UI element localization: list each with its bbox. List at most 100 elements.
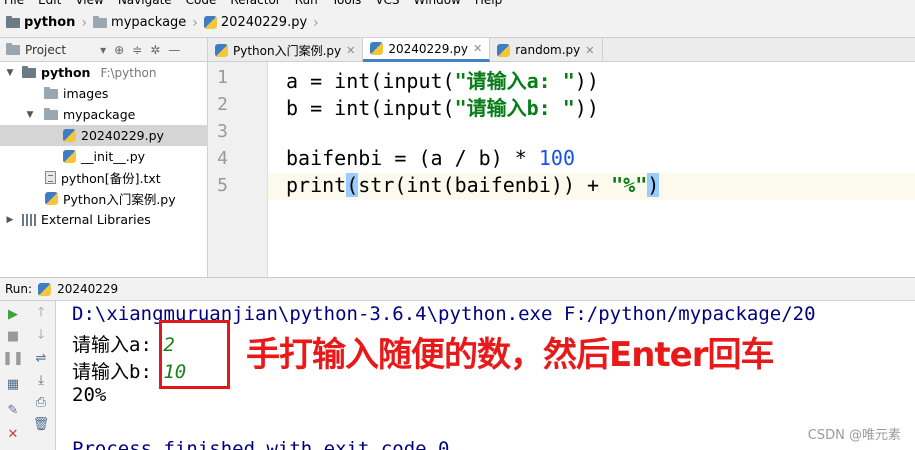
- tab-label: Python入门案例.py: [233, 43, 342, 58]
- line-number: 1: [217, 67, 228, 88]
- python-file-icon: [497, 43, 511, 57]
- watermark: CSDN @唯元素: [807, 428, 901, 443]
- menu-code[interactable]: Code: [186, 0, 217, 8]
- highlight-box: [159, 320, 230, 389]
- tree-item-label: mypackage: [63, 107, 136, 122]
- menu-navigate[interactable]: Navigate: [118, 0, 172, 8]
- console-prompt: 请输入a:: [72, 334, 152, 356]
- pause-icon[interactable]: ❚❚: [2, 349, 24, 367]
- line-number: 2: [217, 94, 228, 115]
- project-toolbar: Project ▾ ⊕ ≑ ✲ —: [0, 38, 208, 62]
- breadcrumb-mypackage[interactable]: mypackage: [93, 15, 186, 30]
- run-toolbar: ▶ 🡑 ■ 🡓 ❚❚ ⇌ ▦ ⤓ ⎙ ✎ 🗑 ✕: [0, 301, 56, 450]
- tree-item-backup-txt[interactable]: python[备份].txt: [0, 167, 208, 188]
- breadcrumb-python[interactable]: python: [6, 15, 75, 30]
- tree-item-images[interactable]: images: [0, 83, 208, 104]
- code-text: )): [574, 69, 599, 93]
- menu-help[interactable]: Help: [475, 0, 502, 8]
- chevron-down-icon[interactable]: ▾: [100, 43, 106, 57]
- code-line-4: baifenbi = (a / b) * 100: [286, 146, 575, 170]
- close-icon[interactable]: ✕: [4, 425, 22, 443]
- menu-file[interactable]: File: [4, 0, 24, 8]
- chevron-down-icon[interactable]: ▼: [4, 68, 16, 78]
- menu-bar: File Edit View Navigate Code Refactor Ru…: [0, 0, 915, 8]
- menu-view[interactable]: View: [75, 0, 103, 8]
- close-icon[interactable]: ✕: [346, 44, 355, 57]
- tree-item-label: python: [41, 65, 91, 80]
- breadcrumb-file[interactable]: 20240229.py: [203, 15, 307, 30]
- breadcrumb-label: mypackage: [111, 15, 187, 30]
- tree-item-python[interactable]: ▼ python F:\python: [0, 62, 208, 83]
- editor-tabs: Python入门案例.py ✕ 20240229.py ✕ random.py …: [208, 38, 915, 62]
- tab-random[interactable]: random.py ✕: [490, 38, 603, 62]
- close-icon[interactable]: ✕: [473, 42, 482, 55]
- number-literal: 100: [538, 146, 575, 170]
- python-file-icon: [370, 42, 384, 55]
- close-icon[interactable]: ✕: [585, 44, 594, 57]
- arrow-down-icon[interactable]: 🡓: [32, 327, 50, 345]
- folder-icon: [22, 65, 36, 78]
- arrow-up-icon[interactable]: 🡑: [32, 305, 50, 323]
- trash-icon[interactable]: 🗑: [32, 415, 50, 433]
- string-literal: "%": [611, 173, 648, 197]
- layout-icon[interactable]: ▦: [4, 375, 22, 393]
- code-text: b = int(input(: [286, 96, 455, 120]
- console-output: 20%: [72, 384, 107, 406]
- minimize-icon[interactable]: —: [168, 43, 180, 57]
- code-line-1: a = int(input("请输入a: ")): [286, 65, 599, 94]
- breadcrumb: python › mypackage › 20240229.py ›: [0, 8, 915, 38]
- tab-python-intro[interactable]: Python入门案例.py ✕: [208, 38, 364, 62]
- project-tree: ▼ python F:\python images ▼ mypackage 20…: [0, 62, 208, 277]
- tab-20240229[interactable]: 20240229.py ✕: [363, 38, 491, 62]
- line-number: 4: [217, 148, 228, 169]
- chevron-right-icon: ›: [192, 14, 198, 31]
- folder-icon: [44, 86, 58, 99]
- scroll-to-end-icon[interactable]: ⤓: [32, 371, 50, 389]
- menu-tools[interactable]: Tools: [332, 0, 362, 8]
- folder-icon: [6, 15, 20, 28]
- code-editor[interactable]: 1 2 3 4 5 a = int(input("请输入a: ")) b = i…: [208, 62, 915, 277]
- pin-icon[interactable]: ✎: [4, 401, 22, 419]
- tree-item-python-intro[interactable]: Python入门案例.py: [0, 188, 208, 209]
- project-icon: [6, 42, 20, 55]
- menu-refactor[interactable]: Refactor: [230, 0, 280, 8]
- line-gutter: 1 2 3 4 5: [208, 62, 268, 277]
- print-icon[interactable]: ⎙: [32, 393, 50, 411]
- chevron-right-icon[interactable]: ▶: [4, 215, 16, 225]
- gear-icon[interactable]: ✲: [150, 43, 160, 57]
- tree-item-external-libraries[interactable]: ▶ External Libraries: [0, 209, 208, 230]
- python-file-icon: [203, 16, 217, 29]
- soft-wrap-icon[interactable]: ⇌: [32, 349, 50, 367]
- python-file-icon: [63, 129, 76, 142]
- python-file-icon: [215, 43, 228, 57]
- code-line-5: print(str(int(baifenbi)) + "%"): [286, 173, 660, 197]
- menu-window[interactable]: Window: [414, 0, 461, 8]
- menu-edit[interactable]: Edit: [38, 0, 61, 8]
- line-number: 5: [217, 175, 228, 196]
- string-literal: "请输入a: ": [454, 69, 575, 93]
- matched-paren: ): [647, 173, 660, 197]
- chevron-down-icon[interactable]: ▼: [24, 110, 36, 120]
- collapse-icon[interactable]: ≑: [132, 43, 142, 57]
- tree-item-label: __init__.py: [81, 149, 146, 164]
- locate-icon[interactable]: ⊕: [114, 43, 124, 57]
- project-view-select[interactable]: Project: [25, 43, 66, 57]
- code-text: baifenbi = (a / b) *: [286, 146, 539, 170]
- rerun-icon[interactable]: ▶: [4, 305, 22, 323]
- line-number: 3: [217, 121, 228, 142]
- run-config-tab[interactable]: 20240229: [57, 282, 118, 296]
- tree-item-init[interactable]: __init__.py: [0, 146, 208, 167]
- console-prompt: 请输入b:: [72, 361, 152, 383]
- string-literal: "请输入b: ": [454, 96, 575, 120]
- run-console[interactable]: D:\xiangmuruanjian\python-3.6.4\python.e…: [56, 301, 915, 450]
- run-panel-header: Run: 20240229: [0, 277, 915, 301]
- code-text: print: [286, 173, 347, 197]
- matched-paren: (: [346, 173, 359, 197]
- menu-run[interactable]: Run: [295, 0, 318, 8]
- menu-vcs[interactable]: VCS: [375, 0, 399, 8]
- tree-item-mypackage[interactable]: ▼ mypackage: [0, 104, 208, 125]
- python-file-icon: [63, 150, 76, 163]
- stop-icon[interactable]: ■: [4, 327, 22, 345]
- python-file-icon: [45, 192, 58, 205]
- tree-item-20240229[interactable]: 20240229.py: [0, 125, 208, 146]
